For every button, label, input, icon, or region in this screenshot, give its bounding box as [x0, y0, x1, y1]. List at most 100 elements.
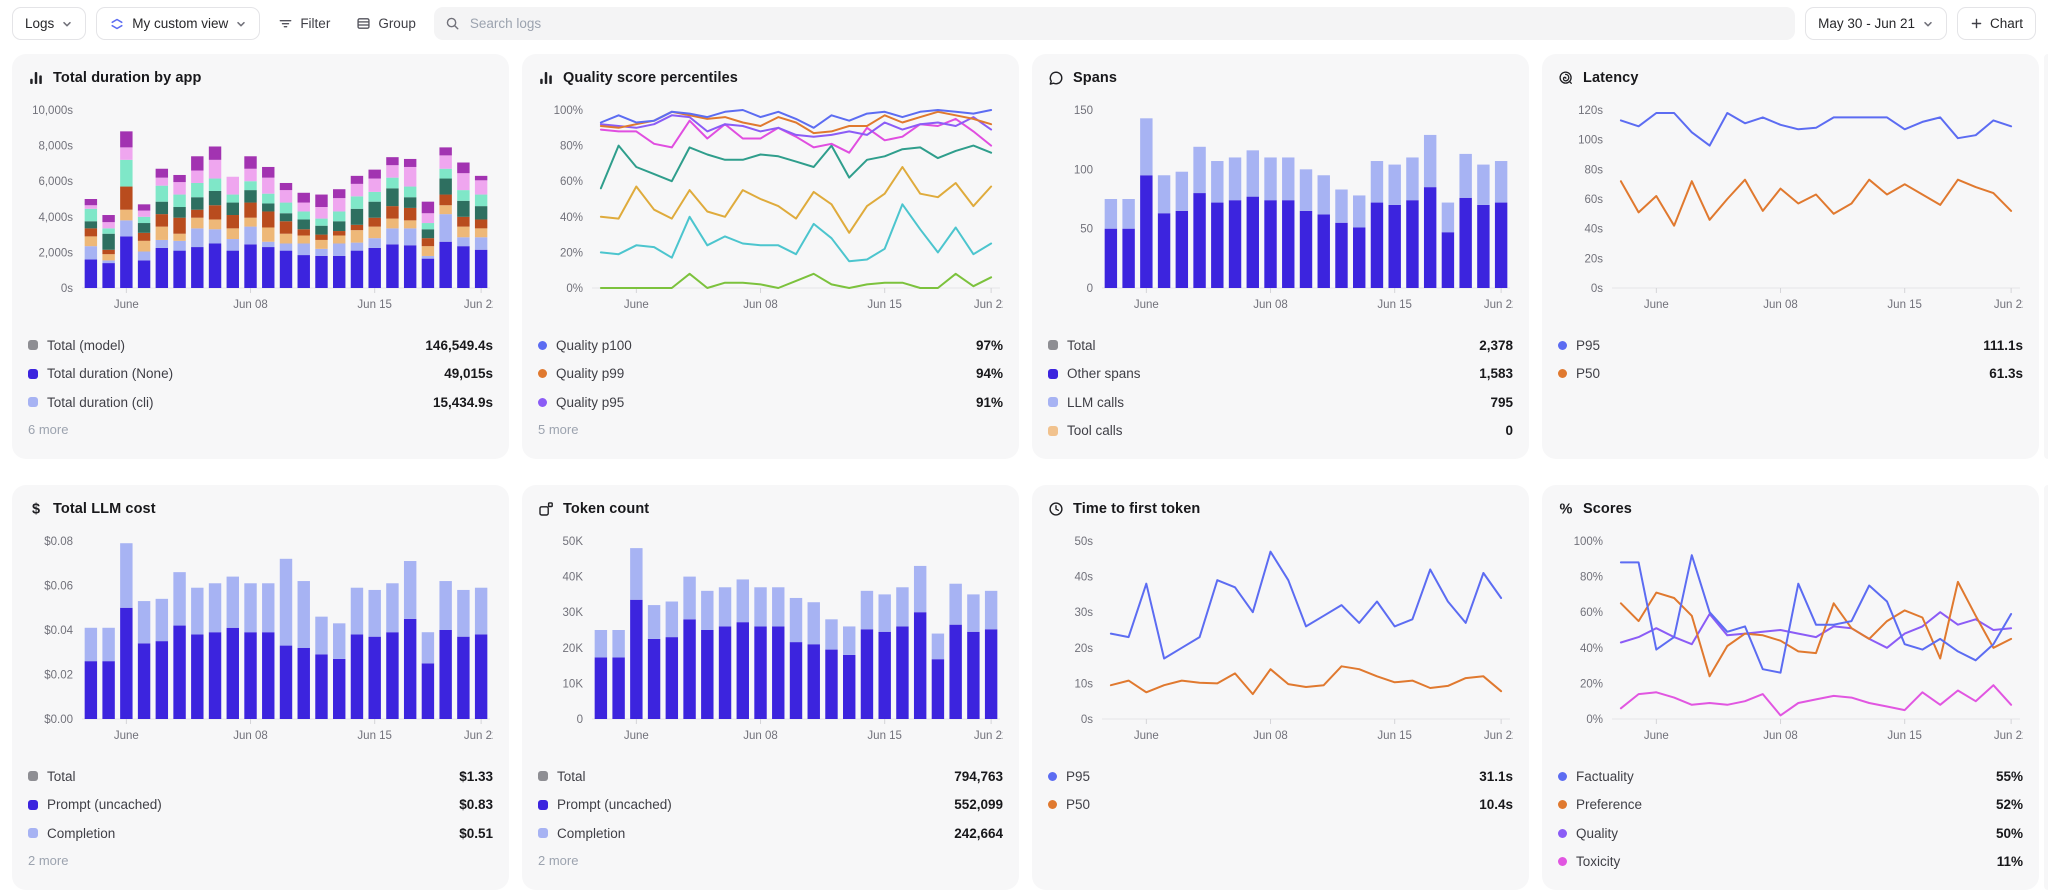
- legend-value: 49,015s: [444, 366, 493, 381]
- bar-segment: [595, 630, 607, 657]
- bar-segment: [120, 187, 132, 210]
- legend-label: Total duration (None): [47, 366, 435, 381]
- bar-segment: [1442, 203, 1454, 233]
- bar-segment: [368, 248, 380, 288]
- search-field[interactable]: [434, 7, 1795, 40]
- bar-segment: [351, 176, 363, 184]
- bar-segment: [138, 601, 150, 643]
- legend-row-factuality[interactable]: Factuality55%: [1558, 762, 2023, 791]
- chart-canvas-token-count[interactable]: 010K20K30K40K50KJuneJun 08Jun 15Jun 22: [538, 527, 1003, 759]
- bar-segment: [475, 228, 487, 237]
- legend-more-link[interactable]: 6 more: [28, 422, 493, 437]
- legend-row-p50[interactable]: P5010.4s: [1048, 791, 1513, 820]
- chart-card-latency[interactable]: Latency 0s20s40s60s80s100s120sJuneJun 08J…: [1542, 54, 2039, 459]
- x-axis-tick-label: Jun 15: [1377, 299, 1412, 311]
- legend-row-completion[interactable]: Completion242,664: [538, 819, 1003, 848]
- legend-row-quality-p99[interactable]: Quality p9994%: [538, 360, 1003, 389]
- bar-segment: [351, 243, 363, 251]
- chart-card-scores[interactable]: %Scores0%20%40%60%80%100%JuneJun 08Jun 1…: [1542, 485, 2039, 890]
- legend-row-p95[interactable]: P9531.1s: [1048, 762, 1513, 791]
- bar-segment: [173, 251, 185, 288]
- legend-label: Other spans: [1067, 366, 1470, 381]
- snail-icon: [1558, 70, 1574, 86]
- search-input[interactable]: [468, 15, 1784, 32]
- legend-row-tool-calls[interactable]: Tool calls0: [1048, 417, 1513, 446]
- legend-row-total[interactable]: Total2,378: [1048, 331, 1513, 360]
- y-axis-tick-label: 100s: [1578, 135, 1603, 147]
- y-axis-tick-label: 10s: [1074, 678, 1093, 690]
- x-axis-tick-label: Jun 08: [233, 730, 268, 742]
- bar-segment: [1459, 154, 1471, 198]
- legend-row-total[interactable]: Total794,763: [538, 762, 1003, 791]
- legend-row-p50[interactable]: P5061.3s: [1558, 360, 2023, 389]
- bar-segment: [191, 634, 203, 719]
- legend-row-total[interactable]: Total$1.33: [28, 762, 493, 791]
- legend-row-p95[interactable]: P95111.1s: [1558, 331, 2023, 360]
- legend-more-link[interactable]: 5 more: [538, 422, 1003, 437]
- clock-icon: [1048, 501, 1064, 517]
- filter-button[interactable]: Filter: [270, 7, 338, 40]
- chart-card-spans[interactable]: Spans050100150JuneJun 08Jun 15Jun 22Tota…: [1032, 54, 1529, 459]
- chart-title: Quality score percentiles: [563, 70, 738, 86]
- y-axis-tick-label: 20K: [563, 643, 584, 655]
- line-series: [601, 146, 991, 189]
- x-axis-tick-label: Jun 22: [1994, 299, 2023, 311]
- group-button[interactable]: Group: [348, 7, 424, 40]
- date-range-button[interactable]: May 30 - Jun 21: [1805, 7, 1947, 40]
- chart-canvas-quality-score-percentiles[interactable]: 0%20%40%60%80%100%JuneJun 08Jun 15Jun 22: [538, 96, 1003, 328]
- bar-segment: [315, 226, 327, 235]
- legend-square-marker: [28, 771, 38, 781]
- chart-canvas-total-duration-by-app[interactable]: 0s2,000s4,000s6,000s8,000s10,000sJuneJun…: [28, 96, 493, 328]
- chart-card-time-to-first-token[interactable]: Time to first token 0s10s20s30s40s50sJune…: [1032, 485, 1529, 890]
- bar-segment: [475, 206, 487, 219]
- bar-segment: [120, 160, 132, 187]
- bar-segment: [457, 190, 469, 201]
- chart-canvas-latency[interactable]: 0s20s40s60s80s100s120sJuneJun 08Jun 15Ju…: [1558, 96, 2023, 328]
- legend-square-marker: [1048, 397, 1058, 407]
- legend-row-toxicity[interactable]: Toxicity11%: [1558, 848, 2023, 877]
- chart-card-header: Time to first token: [1048, 499, 1513, 519]
- chart-card-quality-score-percentiles[interactable]: Quality score percentiles 0%20%40%60%80%1…: [522, 54, 1019, 459]
- legend-more-link[interactable]: 2 more: [538, 853, 1003, 868]
- legend-row-preference[interactable]: Preference52%: [1558, 791, 2023, 820]
- x-axis-tick-label: Jun 22: [1484, 730, 1513, 742]
- legend-row-llm-calls[interactable]: LLM calls795: [1048, 388, 1513, 417]
- chart-card-total-llm-cost[interactable]: $Total LLM cost$0.00$0.02$0.04$0.06$0.08…: [12, 485, 509, 890]
- legend-row-prompt-uncached[interactable]: Prompt (uncached)$0.83: [28, 791, 493, 820]
- view-dropdown-button[interactable]: My custom view: [96, 7, 260, 40]
- legend-row-quality[interactable]: Quality50%: [1558, 819, 2023, 848]
- chart-title: Latency: [1583, 70, 1639, 86]
- bar-segment: [102, 254, 114, 260]
- logs-dropdown-button[interactable]: Logs: [12, 7, 86, 40]
- add-chart-button[interactable]: Chart: [1957, 7, 2036, 40]
- bar-segment: [156, 186, 168, 202]
- legend-row-completion[interactable]: Completion$0.51: [28, 819, 493, 848]
- chart-legend: P95111.1sP5061.3s: [1558, 331, 2023, 388]
- legend-circle-marker: [538, 341, 547, 350]
- legend-more-link[interactable]: 2 more: [28, 853, 493, 868]
- legend-value: 91%: [976, 395, 1003, 410]
- legend-row-total-model[interactable]: Total (model)146,549.4s: [28, 331, 493, 360]
- chart-canvas-scores[interactable]: 0%20%40%60%80%100%JuneJun 08Jun 15Jun 22: [1558, 527, 2023, 759]
- legend-row-prompt-uncached[interactable]: Prompt (uncached)552,099: [538, 791, 1003, 820]
- legend-row-total-duration-none[interactable]: Total duration (None) 49,015s: [28, 360, 493, 389]
- chart-canvas-spans[interactable]: 050100150JuneJun 08Jun 15Jun 22: [1048, 96, 1513, 328]
- legend-row-quality-p100[interactable]: Quality p10097%: [538, 331, 1003, 360]
- chart-canvas-time-to-first-token[interactable]: 0s10s20s30s40s50sJuneJun 08Jun 15Jun 22: [1048, 527, 1513, 759]
- legend-row-total-duration-cli[interactable]: Total duration (cli)15,434.9s: [28, 388, 493, 417]
- legend-square-marker: [28, 340, 38, 350]
- chart-canvas-total-llm-cost[interactable]: $0.00$0.02$0.04$0.06$0.08JuneJun 08Jun 1…: [28, 527, 493, 759]
- bar-segment: [825, 650, 837, 719]
- legend-row-quality-p95[interactable]: Quality p9591%: [538, 388, 1003, 417]
- chart-card-total-duration-by-app[interactable]: Total duration by app0s2,000s4,000s6,000…: [12, 54, 509, 459]
- bar-segment: [595, 657, 607, 719]
- bar-segment: [173, 182, 185, 194]
- line-series-p50: [1621, 180, 2011, 226]
- bar-segment: [1282, 157, 1294, 200]
- legend-row-other-spans[interactable]: Other spans1,583: [1048, 360, 1513, 389]
- legend-square-marker: [538, 828, 548, 838]
- bar-segment: [351, 230, 363, 242]
- bar-segment: [280, 251, 292, 288]
- bar-segment: [1105, 199, 1117, 229]
- chart-card-token-count[interactable]: Token count010K20K30K40K50KJuneJun 08Jun…: [522, 485, 1019, 890]
